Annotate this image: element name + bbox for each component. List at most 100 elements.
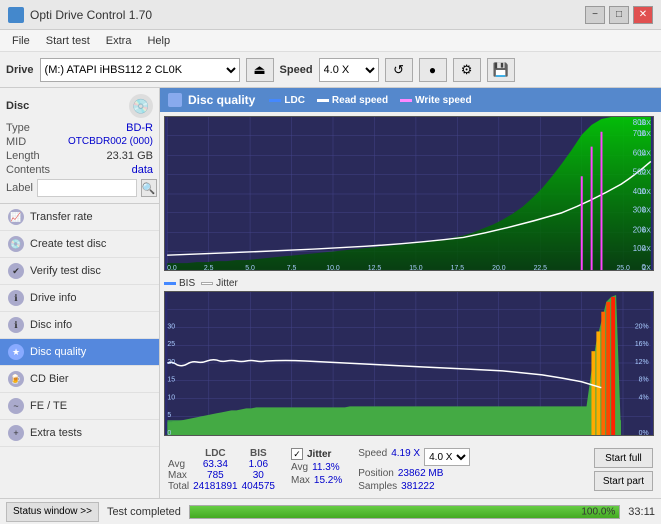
sidebar-label-transfer-rate: Transfer rate: [30, 211, 93, 223]
svg-text:12%: 12%: [635, 359, 649, 366]
svg-text:10X: 10X: [639, 189, 652, 196]
start-part-button[interactable]: Start part: [594, 471, 653, 491]
maximize-button[interactable]: □: [609, 6, 629, 24]
top-chart: 0 100 200 300 400 500 600 700 800 2X 4X …: [164, 116, 657, 274]
drive-label: Drive: [6, 64, 34, 76]
disc-quality-icon: ★: [8, 344, 24, 360]
svg-text:0.0: 0.0: [167, 265, 177, 271]
svg-text:5: 5: [167, 412, 171, 419]
chart-title: Disc quality: [188, 93, 255, 107]
write-speed-label: Write speed: [415, 95, 472, 106]
legend-read-speed: Read speed: [317, 95, 388, 106]
svg-text:8X: 8X: [642, 208, 651, 215]
start-full-button[interactable]: Start full: [594, 448, 653, 468]
sidebar-item-disc-info[interactable]: ℹ Disc info: [0, 312, 159, 339]
sidebar-item-transfer-rate[interactable]: 📈 Transfer rate: [0, 204, 159, 231]
svg-text:4%: 4%: [639, 394, 649, 401]
bottom-chart: 0 5 10 15 20 25 30 0% 4% 8% 12% 16% 20% …: [164, 291, 657, 444]
disc-panel: Disc 💿 Type BD-R MID OTCBDR002 (000) Len…: [0, 88, 159, 204]
bottom-chart-svg: 0 5 10 15 20 25 30 0% 4% 8% 12% 16% 20% …: [164, 291, 654, 436]
svg-text:10: 10: [167, 394, 175, 401]
cd-bier-icon: 🍺: [8, 371, 24, 387]
save-button[interactable]: 💾: [487, 58, 515, 82]
read-speed-color: [317, 99, 329, 102]
sidebar-label-fe-te: FE / TE: [30, 400, 67, 412]
chart-header: Disc quality LDC Read speed Write speed: [160, 88, 661, 112]
menubar: File Start test Extra Help: [0, 30, 661, 52]
jitter-max-label: Max: [291, 475, 310, 486]
sidebar-item-create-test-disc[interactable]: 💿 Create test disc: [0, 231, 159, 258]
sidebar-label-extra-tests: Extra tests: [30, 427, 82, 439]
sidebar-item-drive-info[interactable]: ℹ Drive info: [0, 285, 159, 312]
refresh-button[interactable]: ↺: [385, 58, 413, 82]
svg-text:2X: 2X: [642, 265, 651, 271]
svg-text:0%: 0%: [639, 430, 649, 436]
svg-text:8%: 8%: [639, 377, 649, 384]
svg-text:4X: 4X: [642, 246, 651, 253]
progress-bar-fill: [190, 506, 619, 518]
speed-stat-select[interactable]: 4.0 X: [424, 448, 470, 466]
disc-label-input[interactable]: [37, 179, 137, 197]
statusbar: Status window >> Test completed 100.0% 3…: [0, 498, 661, 524]
settings-button[interactable]: ⚙: [453, 58, 481, 82]
max-label: Max: [168, 470, 189, 481]
chart-header-icon: [168, 93, 182, 107]
sidebar: Disc 💿 Type BD-R MID OTCBDR002 (000) Len…: [0, 88, 160, 498]
window-controls: − □ ✕: [585, 6, 653, 24]
speed-select[interactable]: 4.0 X: [319, 58, 379, 82]
jitter-avg-label: Avg: [291, 462, 308, 473]
disc-label-btn[interactable]: 🔍: [141, 179, 157, 197]
svg-text:12.5: 12.5: [368, 265, 382, 271]
menu-extra[interactable]: Extra: [98, 33, 140, 49]
menu-help[interactable]: Help: [139, 33, 178, 49]
speed-stat-label: Speed: [358, 448, 387, 466]
status-time: 33:11: [628, 506, 655, 518]
jitter-label: Jitter: [307, 449, 331, 460]
toolbar: Drive (M:) ATAPI iHBS112 2 CL0K ⏏ Speed …: [0, 52, 661, 88]
close-button[interactable]: ✕: [633, 6, 653, 24]
verify-test-disc-icon: ✔: [8, 263, 24, 279]
ldc-header: LDC: [193, 448, 238, 459]
jitter-checkbox[interactable]: ✓: [291, 448, 303, 460]
transfer-rate-icon: 📈: [8, 209, 24, 225]
ldc-avg: 63.34: [193, 459, 238, 470]
drive-info-icon: ℹ: [8, 290, 24, 306]
sidebar-item-extra-tests[interactable]: + Extra tests: [0, 420, 159, 447]
svg-text:7.5: 7.5: [287, 265, 297, 271]
chart-legend: LDC Read speed Write speed: [269, 95, 471, 106]
length-label: Length: [6, 150, 40, 162]
svg-text:20%: 20%: [635, 323, 649, 330]
sidebar-item-verify-test-disc[interactable]: ✔ Verify test disc: [0, 258, 159, 285]
svg-text:25.0: 25.0: [616, 265, 630, 271]
ldc-max: 785: [193, 470, 238, 481]
svg-text:20: 20: [167, 359, 175, 366]
sidebar-item-disc-quality[interactable]: ★ Disc quality: [0, 339, 159, 366]
sidebar-item-cd-bier[interactable]: 🍺 CD Bier: [0, 366, 159, 393]
top-chart-svg: 0 100 200 300 400 500 600 700 800 2X 4X …: [164, 116, 654, 271]
position-label: Position: [358, 468, 394, 479]
sidebar-item-fe-te[interactable]: ~ FE / TE: [0, 393, 159, 420]
length-value: 23.31 GB: [107, 150, 153, 162]
speed-label: Speed: [280, 64, 313, 76]
svg-text:17.5: 17.5: [451, 265, 465, 271]
svg-text:16%: 16%: [635, 341, 649, 348]
drive-select[interactable]: (M:) ATAPI iHBS112 2 CL0K: [40, 58, 240, 82]
sidebar-label-verify-test-disc: Verify test disc: [30, 265, 101, 277]
eject-button[interactable]: ⏏: [246, 58, 274, 82]
status-window-button[interactable]: Status window >>: [6, 502, 99, 522]
jitter-stats: ✓ Jitter Avg 11.3% Max 15.2%: [291, 448, 342, 486]
app-title: Opti Drive Control 1.70: [30, 8, 585, 22]
disc-title: Disc: [6, 100, 29, 112]
progress-bar-container: 100.0%: [189, 505, 620, 519]
menu-start-test[interactable]: Start test: [38, 33, 98, 49]
titlebar: Opti Drive Control 1.70 − □ ✕: [0, 0, 661, 30]
menu-file[interactable]: File: [4, 33, 38, 49]
ldc-col-header: [168, 448, 189, 459]
samples-value: 381222: [401, 481, 434, 492]
bis-legend-label: BIS: [179, 278, 195, 289]
burn-button[interactable]: ●: [419, 58, 447, 82]
read-speed-label: Read speed: [332, 95, 388, 106]
sidebar-label-disc-quality: Disc quality: [30, 346, 86, 358]
type-label: Type: [6, 122, 30, 134]
minimize-button[interactable]: −: [585, 6, 605, 24]
